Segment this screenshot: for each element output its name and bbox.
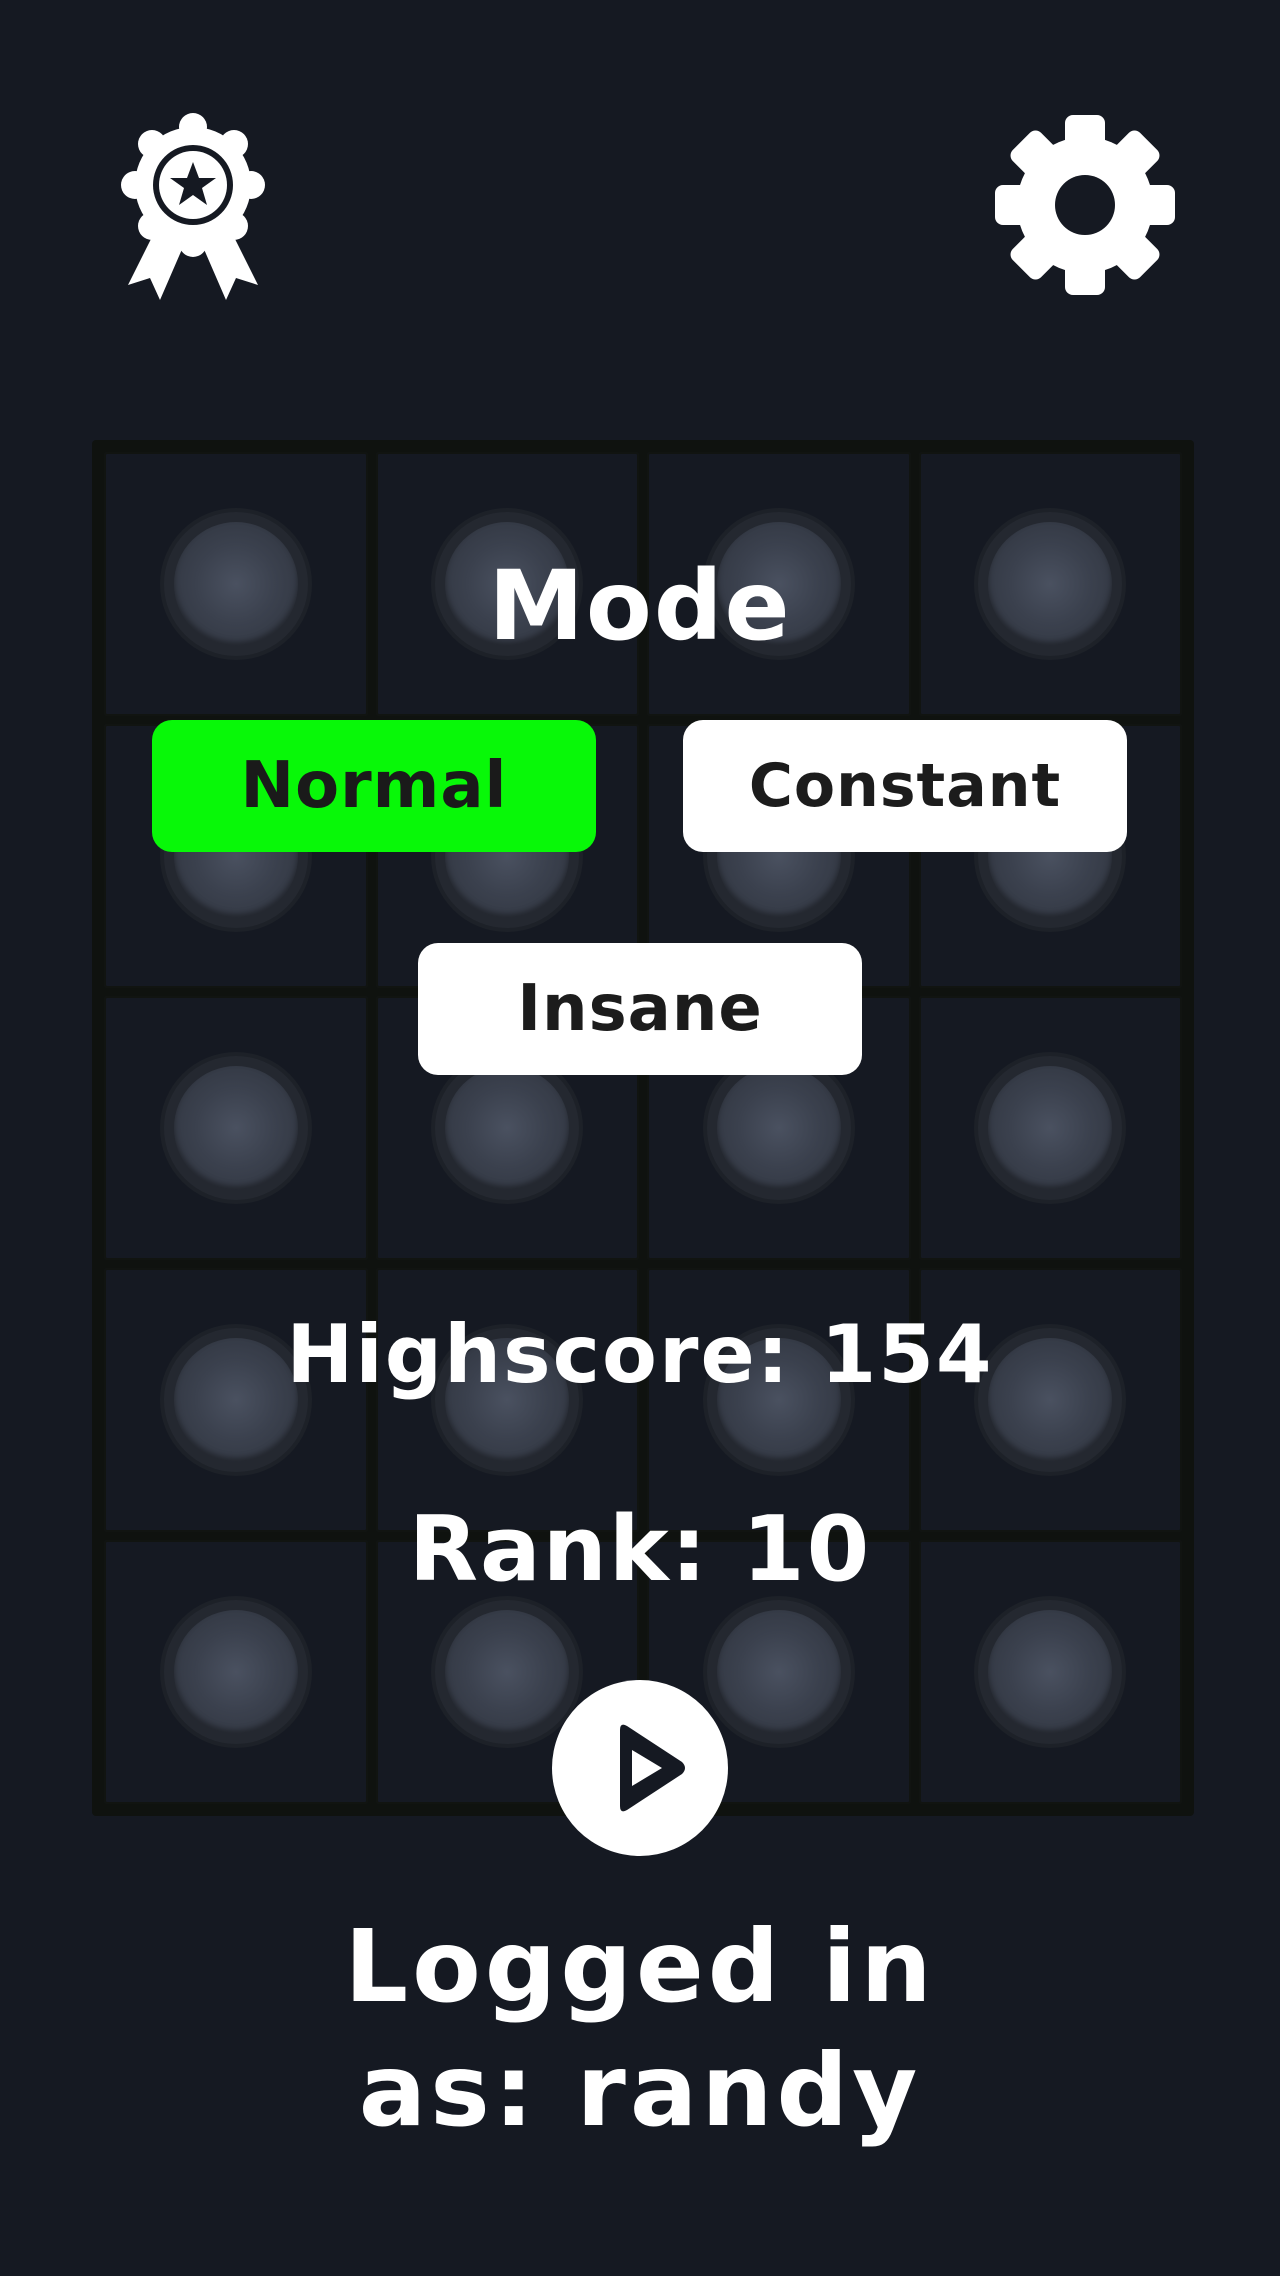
mode-insane-button[interactable]: Insane: [418, 943, 862, 1075]
rank-text: Rank: 10: [408, 1497, 872, 1602]
board-button: [163, 1056, 308, 1200]
board-button: [978, 1600, 1123, 1744]
award-ribbon-icon[interactable]: [118, 110, 268, 300]
board-button: [706, 1056, 851, 1200]
board-cell: [918, 996, 1182, 1260]
board-button: [978, 1056, 1123, 1200]
main-menu-screen: Mode Normal Constant Insane Highscore: 1…: [0, 0, 1280, 2276]
login-status: Logged in as: randy: [0, 1905, 1280, 2153]
gear-icon[interactable]: [990, 110, 1180, 300]
mode-normal-button[interactable]: Normal: [152, 720, 596, 852]
highscore-text: Highscore: 154: [286, 1308, 994, 1401]
mode-title: Mode: [488, 550, 792, 662]
board-button: [163, 1600, 308, 1744]
play-button[interactable]: [552, 1680, 728, 1856]
play-icon: [620, 1724, 685, 1812]
login-status-line-2: as: randy: [358, 2032, 922, 2149]
mode-constant-button[interactable]: Constant: [683, 720, 1127, 852]
login-status-line-1: Logged in: [344, 1908, 936, 2025]
board-button: [706, 1600, 851, 1744]
board-cell: [104, 996, 368, 1260]
board-button: [435, 1056, 580, 1200]
